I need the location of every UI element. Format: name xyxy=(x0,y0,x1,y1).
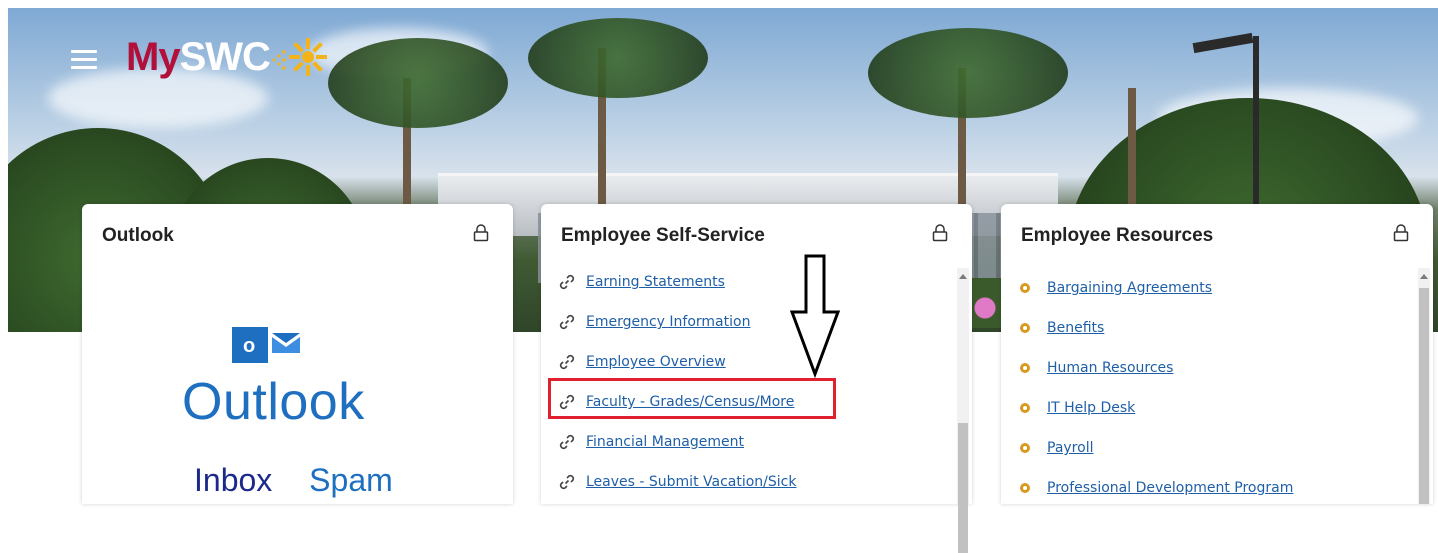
link-chain-icon xyxy=(559,474,575,490)
outlook-wordmark[interactable]: Outlook xyxy=(182,372,365,432)
lock-icon[interactable] xyxy=(473,224,489,242)
link-chain-icon xyxy=(559,314,575,330)
list-item: Employee Overview xyxy=(558,342,953,382)
self-service-card: Employee Self-Service Earning Statements… xyxy=(541,204,972,553)
leaves-link[interactable]: Leaves - Submit Vacation/Sick xyxy=(586,474,796,490)
hamburger-menu-icon[interactable] xyxy=(71,50,97,70)
gear-bullet-icon xyxy=(1020,283,1030,293)
self-service-scrollbar[interactable] xyxy=(957,268,969,553)
svg-text:o: o xyxy=(243,335,255,357)
emergency-information-link[interactable]: Emergency Information xyxy=(586,314,750,330)
list-item: Payroll xyxy=(1019,428,1414,468)
gear-bullet-icon xyxy=(1020,483,1030,493)
payroll-link[interactable]: Payroll xyxy=(1047,440,1093,456)
down-arrow-annotation-icon xyxy=(790,254,840,378)
highlight-box-annotation xyxy=(548,378,836,419)
outlook-card: Outlook o Outlook Inbox Spam xyxy=(82,204,513,504)
link-chain-icon xyxy=(559,354,575,370)
list-item: Emergency Information xyxy=(558,302,953,342)
bargaining-agreements-link[interactable]: Bargaining Agreements xyxy=(1047,280,1212,296)
link-chain-icon xyxy=(559,434,575,450)
outlook-card-title: Outlook xyxy=(102,225,174,246)
list-item: Professional Development Program xyxy=(1019,468,1414,508)
link-chain-icon xyxy=(559,274,575,290)
logo-text-my: My xyxy=(126,34,181,79)
gear-bullet-icon xyxy=(1020,403,1030,413)
gear-bullet-icon xyxy=(1020,363,1030,373)
gear-bullet-icon xyxy=(1020,323,1030,333)
financial-management-link[interactable]: Financial Management xyxy=(586,434,744,450)
it-help-desk-link[interactable]: IT Help Desk xyxy=(1047,400,1135,416)
scroll-up-arrow-icon[interactable] xyxy=(1420,274,1428,279)
scrollbar-thumb[interactable] xyxy=(958,423,968,553)
scroll-up-arrow-icon[interactable] xyxy=(959,274,967,279)
list-item: Benefits xyxy=(1019,308,1414,348)
list-item: Financial Management xyxy=(558,422,953,462)
outlook-links: Inbox Spam xyxy=(194,462,421,499)
employee-overview-link[interactable]: Employee Overview xyxy=(586,354,726,370)
sun-logo-icon xyxy=(272,38,327,76)
employee-resources-card-title: Employee Resources xyxy=(1021,225,1214,246)
logo-text-swc: SWC xyxy=(179,34,271,79)
list-item: IT Help Desk xyxy=(1019,388,1414,428)
list-item: Leaves - Submit Vacation/Sick xyxy=(558,462,953,502)
earning-statements-link[interactable]: Earning Statements xyxy=(586,274,725,290)
gear-bullet-icon xyxy=(1020,443,1030,453)
human-resources-link[interactable]: Human Resources xyxy=(1047,360,1173,376)
self-service-card-title: Employee Self-Service xyxy=(561,225,765,246)
lock-icon[interactable] xyxy=(1393,224,1409,242)
scrollbar-thumb[interactable] xyxy=(1419,288,1429,504)
resources-scrollbar[interactable] xyxy=(1418,268,1430,504)
myswc-logo[interactable]: My SWC xyxy=(126,32,328,82)
professional-development-link[interactable]: Professional Development Program xyxy=(1047,480,1293,496)
lock-icon[interactable] xyxy=(932,224,948,242)
list-item: Earning Statements xyxy=(558,262,953,302)
benefits-link[interactable]: Benefits xyxy=(1047,320,1104,336)
outlook-app-icon[interactable]: o xyxy=(232,319,304,379)
inbox-link[interactable]: Inbox xyxy=(194,462,272,498)
list-item: Human Resources xyxy=(1019,348,1414,388)
resources-link-list: Bargaining Agreements Benefits Human Res… xyxy=(1019,268,1414,508)
list-item: Bargaining Agreements xyxy=(1019,268,1414,308)
spam-link[interactable]: Spam xyxy=(309,462,393,498)
employee-resources-card: Employee Resources Bargaining Agreements… xyxy=(1001,204,1433,504)
